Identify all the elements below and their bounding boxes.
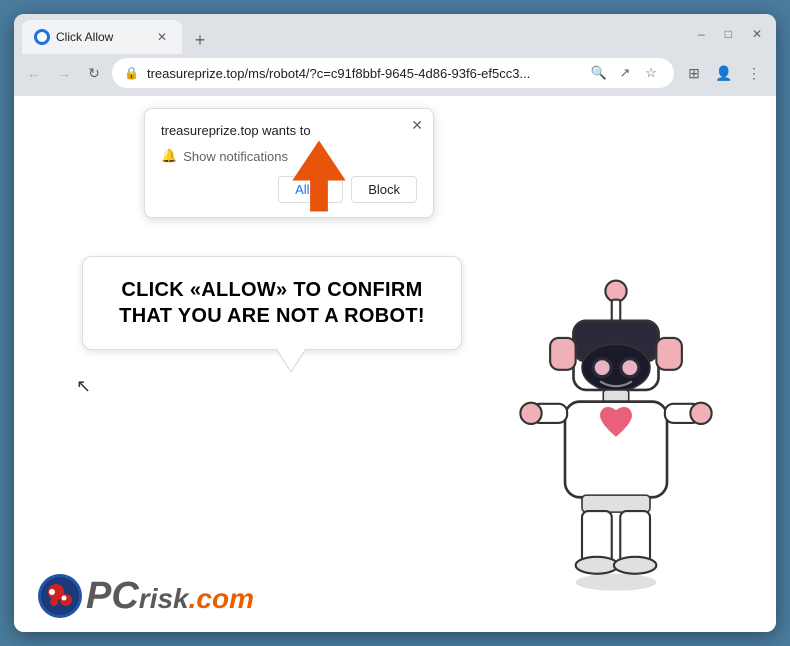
title-bar: Click Allow ✕ + – □ ✕ — [14, 14, 776, 54]
tab-title: Click Allow — [56, 30, 148, 44]
url-bar[interactable]: 🔒 treasureprize.top/ms/robot4/?c=c91f8bb… — [112, 58, 674, 88]
pcrisk-risk-text: risk — [139, 585, 189, 613]
forward-button[interactable]: → — [52, 61, 76, 85]
pcrisk-text-group: PC risk .com — [86, 577, 254, 615]
address-bar: ← → ↻ 🔒 treasureprize.top/ms/robot4/?c=c… — [14, 54, 776, 96]
pcrisk-logo: PC risk .com — [38, 574, 254, 618]
search-icon[interactable]: 🔍 — [588, 62, 610, 84]
cursor-indicator: ↖ — [76, 376, 91, 397]
bell-icon: 🔔 — [161, 148, 177, 164]
bookmark-icon[interactable]: ☆ — [640, 62, 662, 84]
arrow-icon — [284, 136, 354, 216]
share-icon[interactable]: ↗ — [614, 62, 636, 84]
window-controls: – □ ✕ — [692, 25, 768, 43]
pcrisk-domain-text: .com — [189, 585, 254, 613]
menu-button[interactable]: ⋮ — [740, 59, 768, 87]
speech-bubble: CLICK «ALLOW» TO CONFIRM THAT YOU ARE NO… — [82, 256, 462, 350]
lock-icon: 🔒 — [124, 66, 139, 80]
pcrisk-pc-text: PC — [86, 577, 139, 615]
pcrisk-logo-icon — [40, 576, 80, 616]
close-button[interactable]: ✕ — [746, 25, 768, 43]
pcrisk-icon — [38, 574, 82, 618]
minimize-button[interactable]: – — [692, 25, 711, 43]
refresh-button[interactable]: ↻ — [82, 61, 106, 85]
profile-button[interactable]: 👤 — [710, 59, 738, 87]
notification-label: Show notifications — [183, 149, 288, 164]
popup-close-button[interactable]: ✕ — [411, 117, 423, 134]
toolbar-icons: ⊞ 👤 ⋮ — [680, 59, 768, 87]
extensions-button[interactable]: ⊞ — [680, 59, 708, 87]
block-button[interactable]: Block — [351, 176, 417, 203]
tab-area: Click Allow ✕ + — [22, 14, 688, 54]
new-tab-button[interactable]: + — [186, 26, 214, 54]
robot-image — [506, 272, 746, 612]
arrow-indicator — [284, 136, 354, 221]
page-content: ✕ treasureprize.top wants to 🔔 Show noti… — [14, 96, 776, 632]
active-tab[interactable]: Click Allow ✕ — [22, 20, 182, 54]
tab-favicon — [34, 29, 50, 45]
bubble-text: CLICK «ALLOW» TO CONFIRM THAT YOU ARE NO… — [107, 277, 437, 329]
browser-window: Click Allow ✕ + – □ ✕ ← → ↻ 🔒 treasurepr… — [14, 14, 776, 632]
url-actions: 🔍 ↗ ☆ — [588, 62, 662, 84]
maximize-button[interactable]: □ — [719, 25, 738, 43]
url-text: treasureprize.top/ms/robot4/?c=c91f8bbf-… — [147, 66, 580, 81]
tab-close-button[interactable]: ✕ — [154, 29, 170, 45]
back-button[interactable]: ← — [22, 61, 46, 85]
robot-svg — [506, 272, 726, 612]
